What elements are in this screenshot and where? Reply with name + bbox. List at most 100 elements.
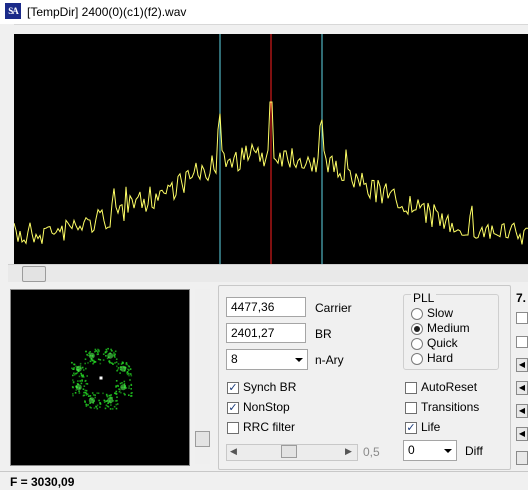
constellation-point bbox=[72, 394, 74, 397]
pll-hard-radio[interactable] bbox=[411, 353, 423, 365]
constellation-point bbox=[103, 399, 106, 402]
partial-checkbox[interactable] bbox=[516, 336, 528, 348]
nary-select[interactable]: 8 bbox=[226, 349, 308, 370]
spectrum-scrollbar[interactable] bbox=[8, 264, 528, 282]
partial-label: 7. bbox=[516, 291, 527, 305]
constellation-point bbox=[117, 368, 119, 371]
constellation-point bbox=[119, 389, 121, 391]
constellation-cluster bbox=[88, 352, 95, 359]
constellation-display bbox=[10, 289, 190, 466]
constellation-point bbox=[83, 385, 86, 387]
partial-button[interactable]: ◀ bbox=[516, 427, 528, 441]
diff-label: Diff bbox=[465, 444, 483, 458]
partial-button[interactable] bbox=[516, 451, 528, 465]
constellation-point bbox=[85, 367, 87, 370]
constellation-point bbox=[80, 382, 83, 385]
constellation-point bbox=[103, 401, 106, 403]
constellation-point bbox=[105, 404, 108, 407]
partial-button[interactable]: ◀ bbox=[516, 358, 528, 372]
constellation-point bbox=[127, 372, 130, 375]
constellation-point bbox=[89, 360, 92, 363]
constellation-cluster bbox=[88, 397, 95, 404]
constellation-point bbox=[102, 392, 104, 395]
nary-value: 8 bbox=[231, 352, 238, 366]
pll-quick-radio[interactable] bbox=[411, 338, 423, 350]
life-checkbox[interactable]: ✓ bbox=[405, 422, 417, 434]
pll-quick-label: Quick bbox=[427, 336, 458, 350]
pll-medium-radio[interactable] bbox=[411, 323, 423, 335]
constellation-point bbox=[126, 372, 128, 374]
constellation-point bbox=[78, 375, 81, 378]
autoreset-checkbox[interactable] bbox=[405, 382, 417, 394]
rrc-slider-value: 0,5 bbox=[363, 445, 380, 459]
chevron-left-icon[interactable]: ◀ bbox=[230, 446, 237, 457]
synch-br-checkbox[interactable]: ✓ bbox=[227, 382, 239, 394]
rrc-filter-checkbox[interactable] bbox=[227, 422, 239, 434]
constellation-point bbox=[85, 350, 87, 353]
constellation-point bbox=[72, 379, 74, 381]
constellation-point bbox=[97, 392, 100, 394]
constellation-point bbox=[115, 393, 118, 395]
constellation-point bbox=[114, 362, 116, 364]
constellation-point bbox=[113, 405, 116, 408]
transitions-checkbox[interactable] bbox=[405, 402, 417, 414]
constellation-point bbox=[93, 407, 96, 409]
constellation-point bbox=[128, 387, 130, 389]
pll-hard-label: Hard bbox=[427, 351, 454, 365]
constellation-point bbox=[89, 406, 91, 408]
constellation-point bbox=[117, 363, 120, 365]
partial-button[interactable]: ◀ bbox=[516, 404, 528, 418]
constellation-point bbox=[116, 403, 119, 405]
constellation-point bbox=[92, 394, 95, 396]
br-input[interactable]: 2401,27 bbox=[226, 323, 306, 343]
constellation-point bbox=[98, 399, 100, 402]
constellation-point bbox=[94, 348, 97, 351]
constellation-point bbox=[114, 350, 117, 353]
nonstop-checkbox[interactable]: ✓ bbox=[227, 402, 239, 414]
constellation-point bbox=[105, 348, 108, 351]
transitions-label: Transitions bbox=[421, 400, 480, 414]
constellation-point bbox=[95, 406, 98, 408]
spectrum-display[interactable] bbox=[14, 34, 528, 264]
scrollbar-thumb[interactable] bbox=[22, 266, 46, 282]
rrc-slider[interactable]: ◀ ▶ bbox=[226, 444, 358, 461]
diff-select[interactable]: 0 bbox=[403, 440, 457, 461]
synch-br-label: Synch BR bbox=[243, 380, 297, 394]
constellation-point bbox=[71, 361, 73, 364]
scrollbar-thumb[interactable] bbox=[195, 431, 210, 447]
constellation-point bbox=[78, 390, 80, 392]
constellation-point bbox=[118, 390, 121, 393]
constellation-point bbox=[87, 404, 89, 406]
constellation-point bbox=[102, 353, 105, 355]
chevron-right-icon[interactable]: ▶ bbox=[345, 446, 352, 457]
constellation-point bbox=[115, 407, 118, 410]
constellation-scrollbar[interactable] bbox=[195, 289, 210, 464]
slider-thumb[interactable] bbox=[281, 445, 297, 458]
constellation-point bbox=[79, 380, 81, 382]
partial-button[interactable]: ◀ bbox=[516, 381, 528, 395]
constellation-point bbox=[115, 385, 117, 387]
constellation-point bbox=[115, 380, 118, 382]
constellation-point bbox=[107, 406, 110, 408]
constellation-point bbox=[127, 368, 129, 371]
pll-slow-radio[interactable] bbox=[411, 308, 423, 320]
constellation-point bbox=[111, 350, 113, 352]
constellation-point bbox=[115, 358, 118, 360]
carrier-input[interactable]: 4477,36 bbox=[226, 297, 306, 317]
nonstop-label: NonStop bbox=[243, 400, 290, 414]
constellation-point bbox=[86, 383, 89, 385]
constellation-point bbox=[112, 363, 114, 365]
partial-checkbox[interactable] bbox=[516, 312, 528, 324]
constellation-point bbox=[84, 362, 86, 365]
control-panel: 4477,36 Carrier 2401,27 BR 8 n-Ary PLL S… bbox=[218, 285, 511, 470]
constellation-point bbox=[84, 391, 87, 394]
constellation-plot bbox=[71, 347, 133, 410]
constellation-point bbox=[72, 381, 75, 384]
constellation-point bbox=[73, 367, 75, 369]
constellation-point bbox=[72, 374, 74, 377]
constellation-point bbox=[116, 384, 119, 387]
constellation-point bbox=[115, 403, 118, 406]
constellation-point bbox=[119, 372, 121, 374]
constellation-point bbox=[85, 394, 88, 396]
app-icon: SA bbox=[5, 3, 21, 19]
